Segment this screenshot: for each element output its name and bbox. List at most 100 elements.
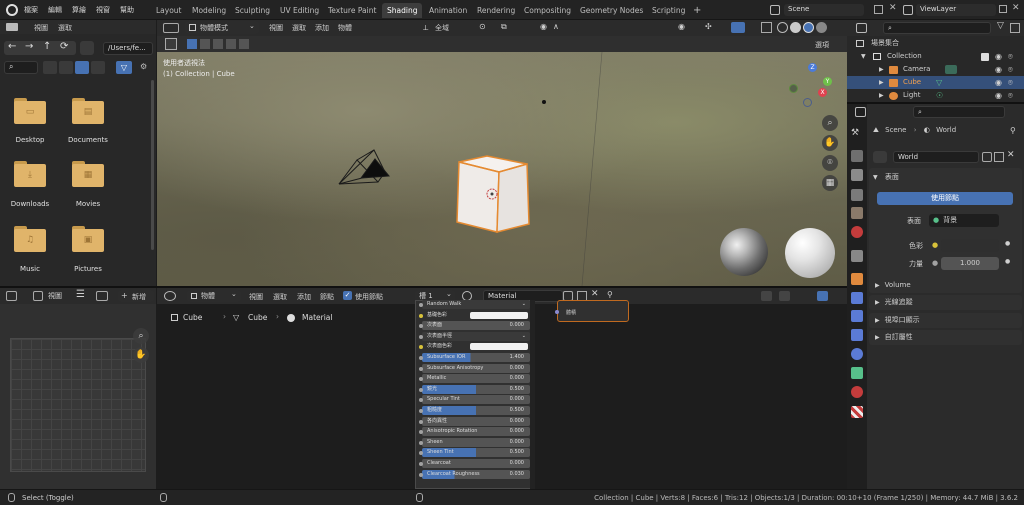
node-input-row[interactable]: Specular Tint 0.000 xyxy=(419,395,530,405)
add-workspace-button[interactable]: + xyxy=(688,3,706,18)
visibility-icon[interactable]: ◉ xyxy=(678,22,685,31)
world-tab-icon[interactable] xyxy=(851,226,863,238)
new-image-button[interactable]: + 新增 xyxy=(118,290,154,302)
overlay-icon[interactable] xyxy=(731,22,745,33)
editor-type-icon[interactable] xyxy=(855,107,866,117)
outliner-row-cube[interactable]: ▶ Cube ▽ ◉ ⌾ xyxy=(847,76,1024,89)
tab-rendering[interactable]: Rendering xyxy=(472,3,520,18)
vp-menu-view[interactable]: 視圖 xyxy=(269,23,283,33)
options-dropdown[interactable]: 選項 xyxy=(815,40,829,50)
vp-menu-select[interactable]: 選取 xyxy=(292,23,306,33)
ne-menu-view[interactable]: 視圖 xyxy=(249,292,263,302)
perspective-grid-icon[interactable]: ▦ xyxy=(822,175,838,191)
pin-icon[interactable]: ⚲ xyxy=(607,290,613,299)
sort-icon[interactable] xyxy=(91,61,105,74)
new-collection-icon[interactable] xyxy=(1010,23,1020,33)
overlay-icon[interactable] xyxy=(817,291,828,301)
input-socket-icon[interactable] xyxy=(419,313,423,318)
node-input-row[interactable]: Clearcoat Roughness 0.030 xyxy=(419,469,530,479)
outliner-row-camera[interactable]: ▶ Camera ◉ ⌾ xyxy=(847,63,1024,76)
world-browse-icon[interactable] xyxy=(873,151,887,163)
new-folder-icon[interactable] xyxy=(80,41,94,55)
checkbox-icon[interactable] xyxy=(981,53,989,61)
data-tab-icon[interactable] xyxy=(851,367,863,379)
input-socket-icon[interactable] xyxy=(419,398,423,403)
pan-hand-icon[interactable]: ✋ xyxy=(133,347,149,363)
copy-icon[interactable] xyxy=(994,152,1004,162)
keyframe-dot-icon[interactable]: ● xyxy=(1005,240,1010,247)
proportional-edit-icon[interactable]: ◉ xyxy=(540,22,547,31)
camera-icon[interactable]: ⌾ xyxy=(1008,89,1013,101)
eye-icon[interactable]: ◉ xyxy=(995,50,1002,63)
raytracing-section-header[interactable]: ▶ 光線追蹤 xyxy=(869,295,1022,310)
node-input-row[interactable]: Anisotropic Rotation 0.000 xyxy=(419,427,530,437)
menu-file[interactable]: 檔案 xyxy=(24,5,38,15)
input-socket-icon[interactable] xyxy=(419,356,423,360)
snap-icon[interactable]: ⧉ xyxy=(501,22,507,32)
backdrop-icon[interactable] xyxy=(761,291,772,301)
rendered-shading-icon[interactable] xyxy=(816,22,827,33)
constraints-tab-icon[interactable] xyxy=(851,348,863,360)
tab-texture-paint[interactable]: Texture Paint xyxy=(323,3,381,18)
scene-tab-icon[interactable] xyxy=(851,207,863,219)
xray-icon[interactable] xyxy=(761,22,772,33)
scene-close-icon[interactable]: ✕ xyxy=(889,3,897,13)
select-extend-icon[interactable] xyxy=(200,39,210,49)
3d-viewport[interactable]: 使用者透視法 (1) Collection | Cube Z Y X ⌕ ✋ ⌾… xyxy=(157,52,847,286)
ne-menu-select[interactable]: 選取 xyxy=(273,292,287,302)
menu-window[interactable]: 視窗 xyxy=(96,5,110,15)
back-icon[interactable]: ← xyxy=(8,41,16,52)
wireframe-shading-icon[interactable] xyxy=(777,22,788,33)
tab-animation[interactable]: Animation xyxy=(424,3,472,18)
settings-icon[interactable]: ⚙ xyxy=(140,62,147,71)
use-nodes-button[interactable]: 使用節點 xyxy=(877,192,1013,205)
node-input-row[interactable]: Clearcoat 0.000 xyxy=(419,459,530,468)
orientation-icon[interactable]: ⟂ xyxy=(423,23,428,33)
tab-modeling[interactable]: Modeling xyxy=(187,3,231,18)
viewlayer-selector[interactable]: ViewLayer xyxy=(916,4,996,16)
node-input-row[interactable]: 粗糙度 0.500 xyxy=(419,406,530,415)
volume-section-header[interactable]: ▶ Volume xyxy=(869,278,1022,293)
node-input-row[interactable]: 基礎色彩 xyxy=(419,311,530,320)
tab-scripting[interactable]: Scripting xyxy=(647,3,690,18)
modifier-tab-icon[interactable] xyxy=(851,292,863,304)
material-shading-icon[interactable] xyxy=(803,22,814,33)
scene-selector[interactable]: Scene xyxy=(784,4,864,16)
pivot-icon[interactable]: ⊙ xyxy=(479,22,486,31)
vp-menu-add[interactable]: 添加 xyxy=(315,23,329,33)
viewlayer-close-icon[interactable]: ✕ xyxy=(1012,3,1020,13)
object-tab-icon[interactable] xyxy=(851,273,863,285)
fb-menu-view[interactable]: 視圖 xyxy=(34,23,48,33)
view-layer-tab-icon[interactable] xyxy=(851,189,863,201)
tab-layout[interactable]: Layout xyxy=(151,3,187,18)
zoom-icon[interactable]: ⌕ xyxy=(133,328,149,344)
node-input-row[interactable]: Sheen Tint 0.500 xyxy=(419,448,530,458)
input-socket-icon[interactable] xyxy=(419,419,423,424)
close-icon[interactable]: ✕ xyxy=(591,289,599,299)
outliner-row-light[interactable]: ▶ Light ☉ ◉ ⌾ xyxy=(847,89,1024,101)
texture-tab-icon[interactable] xyxy=(851,406,863,418)
display-list-icon[interactable] xyxy=(43,61,57,74)
tab-shading[interactable]: Shading xyxy=(382,3,423,18)
surface-shader-field[interactable]: ● 背景 xyxy=(929,214,999,227)
view-mode-icon[interactable] xyxy=(33,291,43,301)
select-subtract-icon[interactable] xyxy=(213,39,223,49)
zoom-icon[interactable]: ⌕ xyxy=(822,115,838,131)
input-socket-icon[interactable] xyxy=(419,440,423,445)
camera-icon[interactable]: ⌾ xyxy=(1008,50,1013,63)
input-socket-icon[interactable] xyxy=(419,303,423,307)
camera-icon[interactable]: ⌾ xyxy=(1008,63,1013,76)
color-swatch[interactable] xyxy=(941,239,999,252)
eye-icon[interactable]: ◉ xyxy=(995,76,1002,89)
node-input-row[interactable]: 次表面 0.000 xyxy=(419,321,530,331)
input-socket-icon[interactable] xyxy=(419,462,423,466)
select-intersect-icon[interactable] xyxy=(239,39,249,49)
strength-field[interactable]: 1.000 xyxy=(941,257,999,270)
fake-user-icon[interactable] xyxy=(982,152,992,162)
outliner-scene-collection[interactable]: 場景集合 xyxy=(847,37,1024,50)
refresh-icon[interactable]: ⟳ xyxy=(60,41,68,52)
close-icon[interactable]: ✕ xyxy=(1007,150,1015,160)
tab-compositing[interactable]: Compositing xyxy=(519,3,576,18)
select-new-icon[interactable] xyxy=(187,39,197,49)
forward-icon[interactable]: → xyxy=(25,41,33,52)
